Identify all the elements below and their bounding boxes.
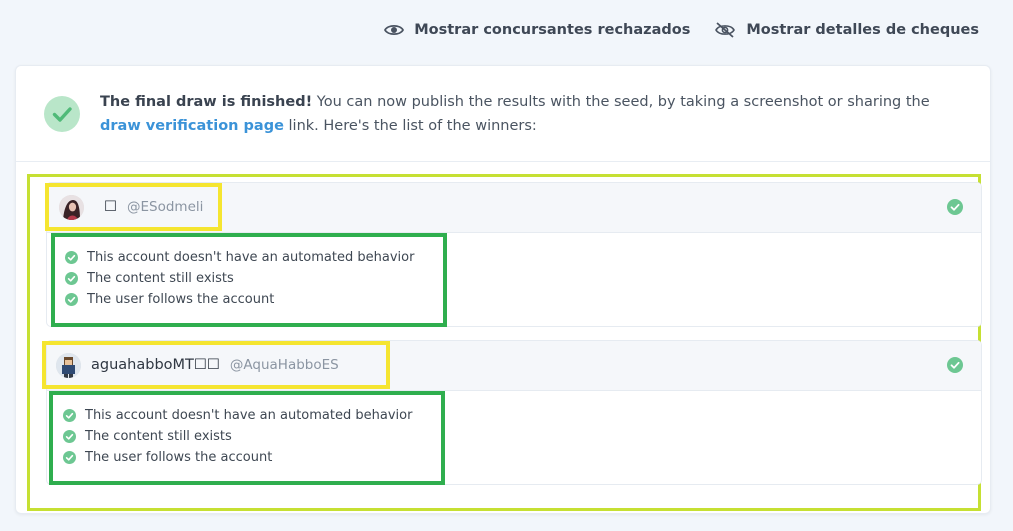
check-label: The content still exists [87, 271, 234, 286]
winner-name: aguahabboMT☐☐ [91, 357, 220, 373]
winner-header: aguahabboMT☐☐ @AquaHabboES [42, 341, 981, 391]
check-passed-icon [63, 430, 76, 443]
winner-checks: This account doesn't have an automated b… [51, 233, 447, 327]
winners-list: ☐ @ESodmeli This account doesn't have an… [27, 174, 982, 511]
check-passed-icon [63, 451, 76, 464]
avatar [59, 194, 84, 220]
winner-card: aguahabboMT☐☐ @AquaHabboES This account … [42, 340, 982, 485]
check-label: The user follows the account [87, 292, 275, 307]
show-check-details-toggle[interactable]: Mostrar detalles de cheques [714, 22, 979, 38]
winner-card: ☐ @ESodmeli This account doesn't have an… [45, 182, 982, 327]
check-item: The content still exists [63, 426, 441, 447]
winner-valid-icon [947, 199, 963, 215]
check-label: The user follows the account [85, 450, 273, 465]
draw-verification-link[interactable]: draw verification page [100, 118, 284, 134]
check-label: This account doesn't have an automated b… [85, 408, 413, 423]
success-check-icon [44, 96, 80, 132]
banner-bold-text: The final draw is finished! [100, 94, 313, 110]
check-passed-icon [63, 409, 76, 422]
eye-icon [384, 24, 405, 36]
banner-message: The final draw is finished! You can now … [100, 90, 960, 138]
banner-text-before-link: You can now publish the results with the… [312, 94, 930, 110]
check-label: The content still exists [85, 429, 232, 444]
show-rejected-toggle[interactable]: Mostrar concursantes rechazados [384, 22, 690, 38]
avatar [56, 352, 81, 378]
eye-slash-icon [715, 22, 736, 38]
missing-glyph-icon: ☐ [104, 199, 117, 215]
check-item: The user follows the account [63, 447, 441, 468]
winner-checks: This account doesn't have an automated b… [49, 391, 445, 485]
winner-user[interactable]: aguahabboMT☐☐ @AquaHabboES [42, 341, 390, 389]
winner-handle: @AquaHabboES [229, 357, 339, 373]
winner-handle: @ESodmeli [127, 199, 204, 215]
winner-valid-icon [947, 357, 963, 373]
winner-user[interactable]: ☐ @ESodmeli [45, 183, 222, 231]
banner-text-after-link: link. Here's the list of the winners: [283, 118, 537, 134]
check-passed-icon [65, 251, 78, 264]
check-item: The user follows the account [65, 289, 443, 310]
check-item: The content still exists [65, 268, 443, 289]
check-item: This account doesn't have an automated b… [65, 247, 443, 268]
show-rejected-label: Mostrar concursantes rechazados [414, 22, 691, 38]
draw-finished-banner: The final draw is finished! You can now … [16, 66, 990, 162]
results-card: The final draw is finished! You can now … [15, 65, 991, 514]
show-check-details-label: Mostrar detalles de cheques [746, 22, 979, 38]
check-passed-icon [65, 293, 78, 306]
check-passed-icon [65, 272, 78, 285]
winner-header: ☐ @ESodmeli [45, 183, 981, 233]
check-item: This account doesn't have an automated b… [63, 405, 441, 426]
check-label: This account doesn't have an automated b… [87, 250, 415, 265]
toolbar: Mostrar concursantes rechazados Mostrar … [384, 22, 979, 38]
